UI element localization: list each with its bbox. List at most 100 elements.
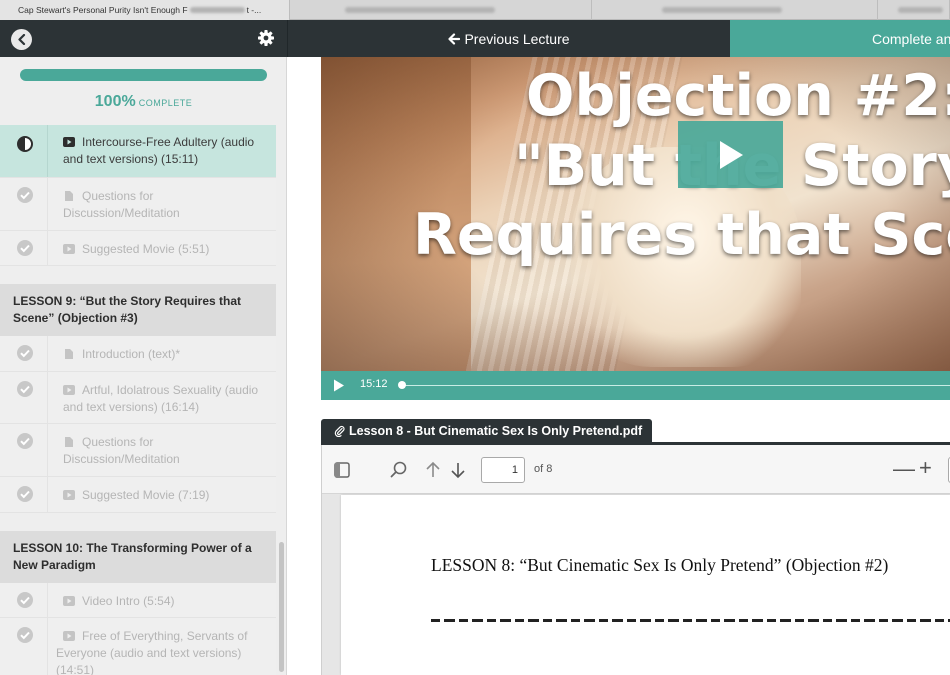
settings-button[interactable] <box>256 28 276 48</box>
arrow-down-icon[interactable] <box>448 460 468 480</box>
video-icon <box>63 385 75 395</box>
pdf-viewer[interactable]: 1 of 8 — + LESSON 8: “But Cinematic Sex … <box>321 445 950 675</box>
video-controls: 15:12 <box>321 371 950 400</box>
browser-tab[interactable] <box>592 0 878 20</box>
browser-tab-truncation: t -... <box>246 5 262 15</box>
lecture-row[interactable]: Questions for Discussion/Meditation <box>0 424 276 477</box>
blurred-text <box>898 7 943 13</box>
pdf-page: LESSON 8: “But Cinematic Sex Is Only Pre… <box>341 495 950 675</box>
document-icon <box>65 349 73 359</box>
lecture-status <box>0 424 48 476</box>
browser-tab[interactable] <box>878 0 950 20</box>
lecture-status <box>0 618 48 675</box>
pdf-heading: LESSON 8: “But Cinematic Sex Is Only Pre… <box>431 555 889 575</box>
lecture-title-line: Questions for Discussion/Meditation <box>63 188 268 222</box>
checkmark-icon <box>17 486 33 502</box>
video-duration: 15:12 <box>360 378 388 390</box>
curriculum-sidebar[interactable]: 100% COMPLETE Intercourse-Free Adultery (… <box>0 57 287 675</box>
page-number-input[interactable]: 1 <box>481 457 525 483</box>
lecture-title: Video Intro (5:54) <box>82 594 175 608</box>
checkmark-icon <box>17 345 33 361</box>
half-complete-icon <box>17 136 33 152</box>
lecture-title-line: Introduction (text)* <box>63 346 268 363</box>
previous-lecture-button[interactable]: Previous Lecture <box>288 20 730 57</box>
document-icon <box>65 437 73 447</box>
browser-tab-title: Cap Stewart's Personal Purity Isn't Enou… <box>18 5 188 15</box>
course-progress-bar <box>20 69 267 81</box>
attachment-tab[interactable]: Lesson 8 - But Cinematic Sex Is Only Pre… <box>321 419 653 443</box>
lecture-title: Questions for Discussion/Meditation <box>63 189 180 220</box>
sidebar-scrollbar[interactable] <box>279 542 284 672</box>
lecture-status <box>0 477 48 512</box>
lecture-title: Introduction (text)* <box>82 347 181 361</box>
lecture-row-current[interactable]: Intercourse-Free Adultery (audio and tex… <box>0 125 276 178</box>
lecture-title-line: Video Intro (5:54) <box>63 593 268 610</box>
video-icon <box>63 244 75 254</box>
lecture-title: Suggested Movie (5:51) <box>82 242 210 256</box>
video-icon <box>63 631 75 641</box>
zoom-in-button[interactable]: + <box>919 455 932 481</box>
attachment-filename: Lesson 8 - But Cinematic Sex Is Only Pre… <box>349 424 643 438</box>
checkmark-icon <box>17 592 33 608</box>
complete-label: Complete and Continue <box>872 30 950 47</box>
video-play-button[interactable] <box>678 121 783 188</box>
progress-percent: 100% <box>94 93 136 110</box>
checkmark-icon <box>17 187 33 203</box>
arrow-left-icon <box>448 32 461 45</box>
browser-tab-active[interactable]: Cap Stewart's Personal Purity Isn't Enou… <box>0 0 290 20</box>
arrow-up-icon[interactable] <box>423 460 443 480</box>
lecture-status <box>0 583 48 617</box>
lecture-status <box>0 372 48 423</box>
sidebar-toggle-icon[interactable] <box>332 460 352 480</box>
zoom-out-button[interactable]: — <box>893 456 915 482</box>
pdf-text-line-cropped <box>431 619 950 622</box>
checkmark-icon <box>17 627 33 643</box>
gear-icon <box>258 30 274 46</box>
previous-lecture-label: Previous Lecture <box>464 30 570 47</box>
video-icon <box>63 490 75 500</box>
play-icon[interactable] <box>333 379 345 392</box>
lecture-row[interactable]: Questions for Discussion/Meditation <box>0 178 276 231</box>
lecture-title-line: Intercourse-Free Adultery (audio and tex… <box>63 134 268 168</box>
lecture-row[interactable]: Suggested Movie (5:51) <box>0 231 276 266</box>
course-top-bar: Previous Lecture Complete and Continue <box>0 20 950 57</box>
course-progress-text: 100% COMPLETE <box>0 93 286 111</box>
lecture-title: Questions for Discussion/Meditation <box>63 435 180 466</box>
video-title-line: Requires that Sce <box>413 202 950 268</box>
lecture-row[interactable]: Suggested Movie (7:19) <box>0 477 276 513</box>
video-icon <box>63 596 75 606</box>
lecture-title: Intercourse-Free Adultery (audio and tex… <box>63 135 255 166</box>
checkmark-icon <box>17 381 33 397</box>
search-icon[interactable] <box>389 460 409 480</box>
lecture-row[interactable]: Free of Everything, Servants of Everyone… <box>0 618 276 675</box>
lecture-row[interactable]: Video Intro (5:54) <box>0 583 276 618</box>
lecture-row[interactable]: Introduction (text)* <box>0 336 276 372</box>
lecture-title-line: Suggested Movie (7:19) <box>63 487 268 504</box>
progress-word: COMPLETE <box>138 98 193 108</box>
paperclip-icon <box>334 425 345 437</box>
video-seek-handle[interactable] <box>398 381 406 389</box>
lesson-header: LESSON 9: “But the Story Requires that S… <box>0 284 276 336</box>
video-icon <box>63 137 75 147</box>
lecture-title-line: Suggested Movie (5:51) <box>63 241 268 258</box>
lecture-title: Artful, Idolatrous Sexuality (audio and … <box>63 383 259 414</box>
document-icon <box>65 191 73 201</box>
video-seek-bar[interactable] <box>402 385 950 386</box>
back-button[interactable] <box>11 29 32 50</box>
browser-tab[interactable] <box>290 0 592 20</box>
video-title-line: Objection #2: <box>526 63 950 129</box>
complete-and-continue-button[interactable]: Complete and Continue <box>730 20 950 57</box>
lecture-status <box>0 125 48 177</box>
lecture-status <box>0 336 48 371</box>
page-total: of 8 <box>534 463 553 475</box>
chevron-left-icon <box>17 34 25 45</box>
lecture-title-line: Questions for Discussion/Meditation <box>63 434 268 468</box>
video-player[interactable]: Objection #2: "But the Story Requires th… <box>321 57 950 400</box>
play-icon <box>719 140 743 169</box>
lecture-status <box>0 231 48 265</box>
browser-tab-strip: Cap Stewart's Personal Purity Isn't Enou… <box>0 0 950 20</box>
lecture-content: Objection #2: "But the Story Requires th… <box>288 57 950 675</box>
lecture-title: Suggested Movie (7:19) <box>82 488 210 502</box>
lecture-title-line: Artful, Idolatrous Sexuality (audio and … <box>63 382 268 416</box>
lecture-row[interactable]: Artful, Idolatrous Sexuality (audio and … <box>0 372 276 424</box>
